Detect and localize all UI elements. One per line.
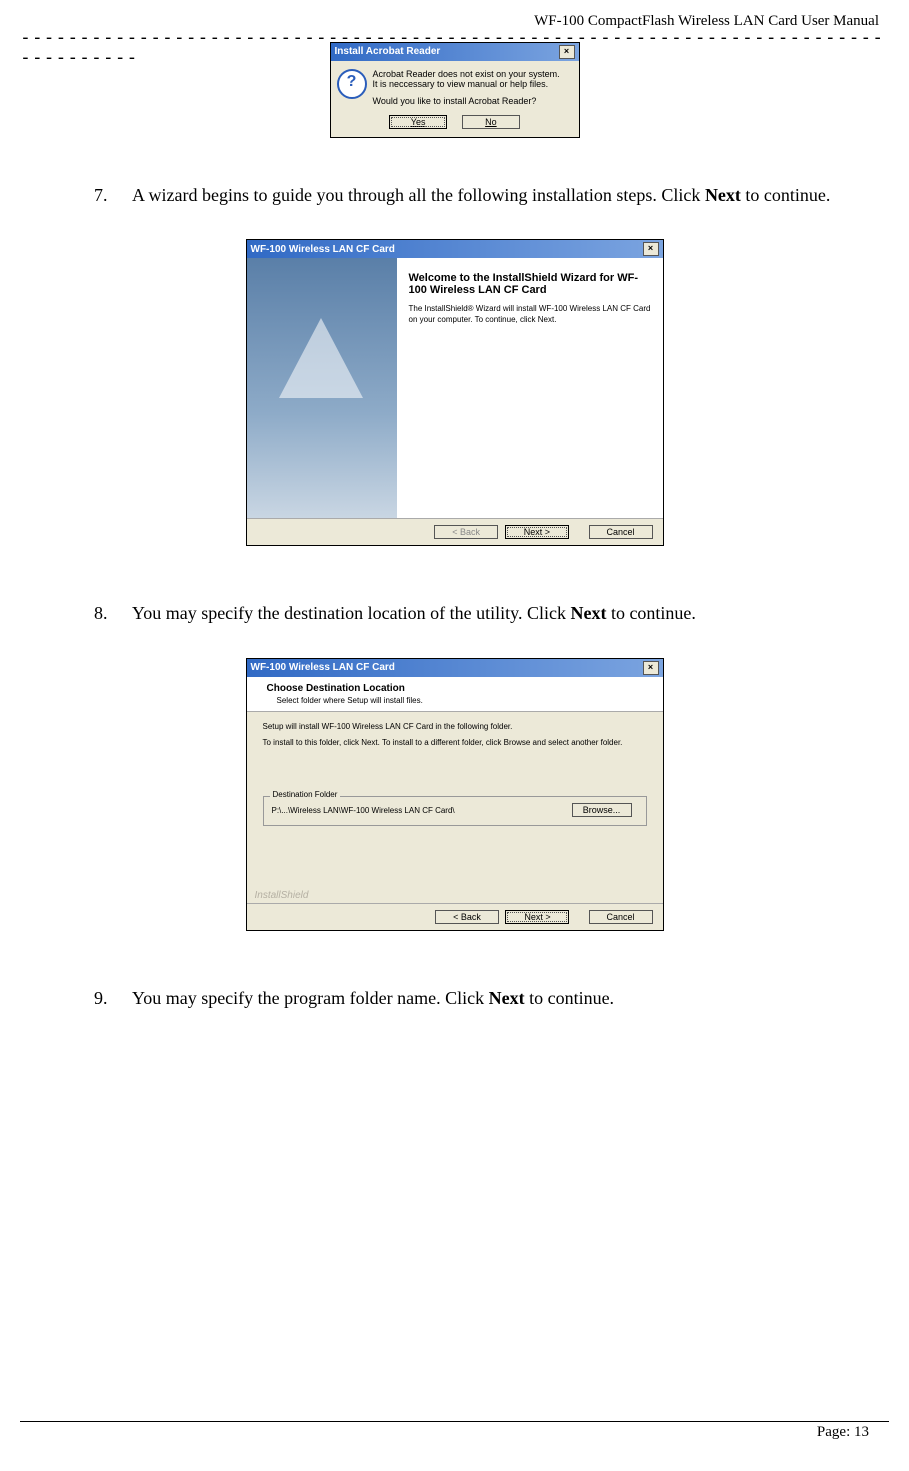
step-number: 7. <box>94 183 118 207</box>
destination-folder-group: Destination Folder P:\...\Wireless LAN\W… <box>263 796 647 826</box>
dialog-line1: Acrobat Reader does not exist on your sy… <box>373 69 560 80</box>
installshield-watermark: InstallShield <box>247 888 663 903</box>
step-8: 8. You may specify the destination locat… <box>94 601 849 625</box>
step-text: You may specify the destination location… <box>132 601 849 625</box>
question-icon: ? <box>337 69 367 99</box>
triangle-icon <box>279 318 363 398</box>
no-button[interactable]: No <box>462 115 520 129</box>
destination-path: P:\...\Wireless LAN\WF-100 Wireless LAN … <box>272 806 455 815</box>
page-footer: Page: 13 <box>20 1421 889 1441</box>
back-button: < Back <box>434 525 498 539</box>
wizard-paragraph: The InstallShield® Wizard will install W… <box>409 304 651 325</box>
close-icon[interactable]: × <box>643 242 659 256</box>
step-9: 9. You may specify the program folder na… <box>94 986 849 1010</box>
install-acrobat-dialog: Install Acrobat Reader × ? Acrobat Reade… <box>330 42 580 138</box>
page-number: Page: 13 <box>817 1424 869 1440</box>
next-button[interactable]: Next > <box>505 910 569 924</box>
dest-paragraph-2: To install to this folder, click Next. T… <box>263 738 647 748</box>
dialog-titlebar: Install Acrobat Reader × <box>331 43 579 61</box>
step-7: 7. A wizard begins to guide you through … <box>94 183 849 207</box>
wizard-titlebar: WF-100 Wireless LAN CF Card × <box>247 240 663 258</box>
step-text: You may specify the program folder name.… <box>132 986 849 1010</box>
step-number: 8. <box>94 601 118 625</box>
yes-button[interactable]: Yes <box>389 115 447 129</box>
dialog-line2: It is neccessary to view manual or help … <box>373 79 560 90</box>
dialog-line3: Would you like to install Acrobat Reader… <box>373 96 560 107</box>
next-button[interactable]: Next > <box>505 525 569 539</box>
wizard-title-text: WF-100 Wireless LAN CF Card <box>251 244 395 255</box>
dialog-message: Acrobat Reader does not exist on your sy… <box>373 69 560 107</box>
wizard-header-panel: Choose Destination Location Select folde… <box>247 677 663 712</box>
installshield-destination-dialog: WF-100 Wireless LAN CF Card × Choose Des… <box>246 658 664 931</box>
wizard-titlebar: WF-100 Wireless LAN CF Card × <box>247 659 663 677</box>
cancel-button[interactable]: Cancel <box>589 910 653 924</box>
wizard-sidebar-graphic <box>247 258 397 518</box>
wizard-body: Setup will install WF-100 Wireless LAN C… <box>247 712 663 888</box>
step-text: A wizard begins to guide you through all… <box>132 183 849 207</box>
wizard-header-title: Choose Destination Location <box>267 683 653 694</box>
back-button[interactable]: < Back <box>435 910 499 924</box>
wizard-heading: Welcome to the InstallShield Wizard for … <box>409 272 651 296</box>
close-icon[interactable]: × <box>643 661 659 675</box>
destination-folder-legend: Destination Folder <box>270 790 341 799</box>
wizard-right-pane: Welcome to the InstallShield Wizard for … <box>397 258 663 518</box>
dest-paragraph-1: Setup will install WF-100 Wireless LAN C… <box>263 722 647 732</box>
close-icon[interactable]: × <box>559 45 575 59</box>
dialog-buttons: Yes No <box>331 111 579 137</box>
browse-button[interactable]: Browse... <box>572 803 632 817</box>
wizard-footer: < Back Next > Cancel <box>247 903 663 930</box>
wizard-footer: < Back Next > Cancel <box>247 518 663 545</box>
cancel-button[interactable]: Cancel <box>589 525 653 539</box>
dialog-body: ? Acrobat Reader does not exist on your … <box>331 61 579 111</box>
installshield-welcome-dialog: WF-100 Wireless LAN CF Card × Welcome to… <box>246 239 664 546</box>
wizard-content: Welcome to the InstallShield Wizard for … <box>247 258 663 518</box>
step-number: 9. <box>94 986 118 1010</box>
wizard-header-subtitle: Select folder where Setup will install f… <box>277 696 653 705</box>
dialog-title-text: Install Acrobat Reader <box>335 46 441 57</box>
wizard-title-text: WF-100 Wireless LAN CF Card <box>251 662 395 673</box>
